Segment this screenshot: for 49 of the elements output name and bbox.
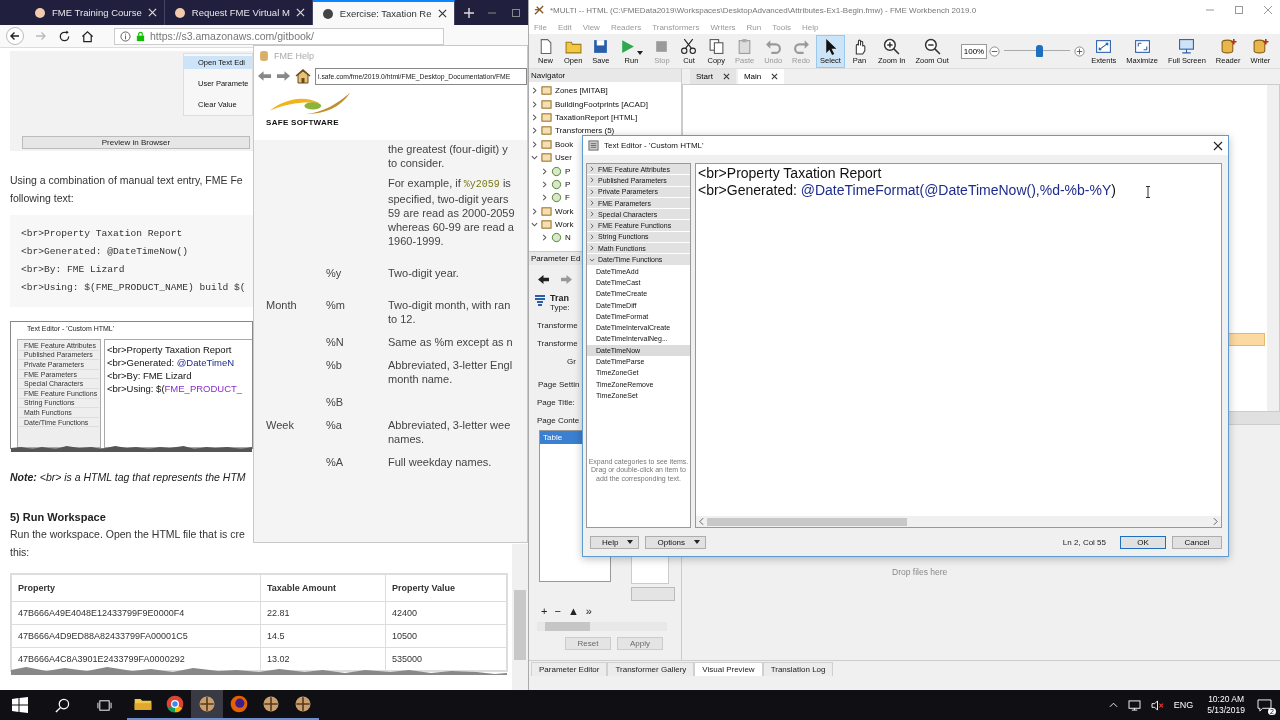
group-label: Month — [266, 299, 297, 311]
code-block: <br>Property Taxation Report <br>Generated: @DateTimeNow() <br>By: FME Lizard <br>Using: $(FME_PRODUCT_NAME) build $( — [10, 215, 253, 307]
field-label: Transforme — [537, 321, 578, 330]
paragraph-line: this: — [10, 545, 30, 560]
format-code: %y — [326, 267, 342, 279]
field-label: Transforme — [537, 339, 578, 348]
description-text: the greatest (four-digit) y to consider. — [388, 142, 509, 170]
paragraph-line: Using a combination of manual text entry, FME Fe — [10, 173, 243, 188]
description-text: Abbreviated, 3-letter Engl month name. — [388, 358, 514, 386]
paragraph-line: Run the workspace. Open the HTML file that is cre — [10, 527, 245, 542]
table-cell: 14.5 — [260, 624, 386, 648]
table-cell: 47B666A4D9ED88A82433799FA00001C5 — [11, 624, 261, 648]
format-code: %m — [326, 299, 345, 311]
window-title: FME Help — [274, 51, 314, 61]
column-header: Property Value — [385, 574, 507, 602]
window-title: Text Editor - 'Custom HTML' — [604, 141, 704, 150]
section-label: Page Settin — [538, 380, 580, 389]
table-cell: 10500 — [385, 624, 507, 648]
description-text: Two-digit year. — [388, 266, 460, 280]
panel-title: Parameter Ed — [531, 254, 581, 263]
section-heading: 5) Run Workspace — [10, 511, 107, 523]
transformer-type: Type: — [550, 303, 570, 312]
cursor-position: Ln 2, Col 55 — [1062, 537, 1106, 547]
format-code: %b — [326, 359, 342, 371]
table-cell: 22.81 — [260, 601, 386, 625]
format-code: %A — [326, 456, 344, 468]
field-label: Page Conte — [537, 416, 580, 425]
column-header: Taxable Amount — [260, 574, 386, 602]
group-label: Week — [266, 419, 294, 431]
drop-hint: Drop files here — [892, 567, 948, 577]
table-cell: 42400 — [385, 601, 507, 625]
panel-title: Navigator — [531, 71, 566, 80]
table-cell: 47B666A49E4048E12433799F9E0000F4 — [11, 601, 261, 625]
description-text: For example, if %y2059 is specified, two-digit years 59 are read as 2000-2059 whereas 60-99 are read a 1960-1999. — [388, 176, 516, 248]
format-code: %a — [326, 419, 342, 431]
transformer-name: Tran — [550, 294, 570, 303]
field-label: Page Title: — [537, 398, 575, 407]
logo-text: SAFE SOFTWARE — [266, 118, 340, 127]
format-code: %N — [326, 336, 344, 348]
field-label: Gr — [567, 357, 576, 366]
description-text: Abbreviated, 3-letter wee names. — [388, 418, 512, 446]
paragraph-line: following text: — [10, 191, 74, 206]
note-text: Note: <br> is a HTML tag that represents the HTM — [10, 471, 247, 483]
description-text: Two-digit month, with ran to 12. — [388, 298, 512, 326]
format-code: %B — [326, 396, 344, 408]
description-text: Same as %m except as n — [388, 335, 514, 349]
description-text: Full weekday names. — [388, 455, 493, 469]
window-title: *MULTI -- HTML (C:\FMEData2019\Workspaces\DesktopAdvanced\Attributes-Ex1-Begin.fmw) - FME Workbench 2019.0 — [550, 5, 977, 15]
column-header: Property — [11, 574, 261, 602]
